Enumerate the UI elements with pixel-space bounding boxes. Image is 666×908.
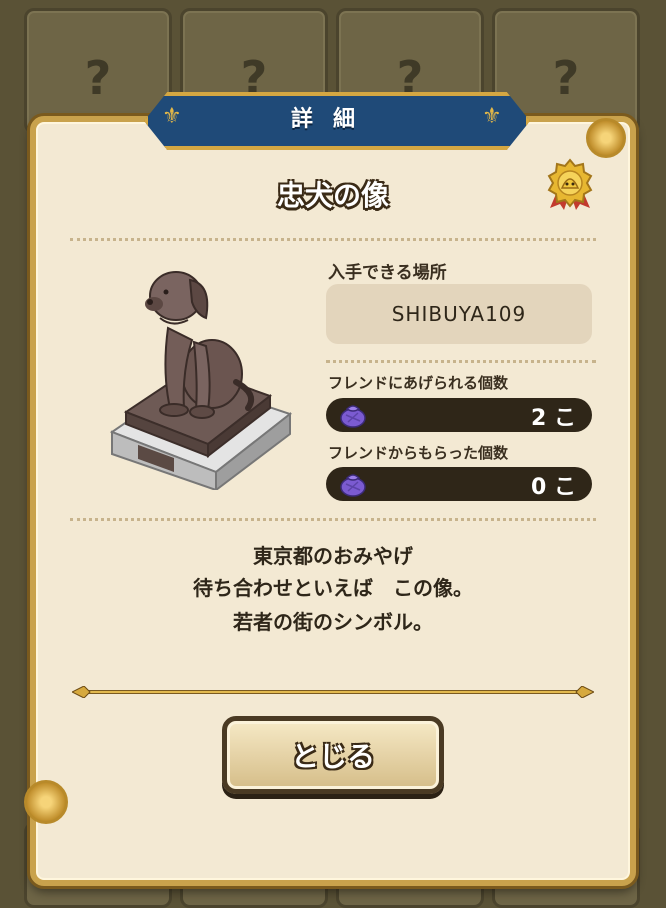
received-count-bar: 0 こ [326,467,592,501]
corner-ornament-icon [24,780,68,824]
received-count-value: 0 こ [531,475,576,500]
give-count-value: 2 こ [531,406,576,431]
title-divider [70,238,596,241]
description-line-2: 待ち合わせといえば この像。 [193,576,473,600]
location-label: 入手できる場所 [328,263,447,283]
location-value: SHIBUYA109 [326,284,592,344]
received-count-label: フレンドからもらった個数 [328,444,509,462]
ornamental-divider [72,686,594,698]
close-button[interactable]: とじる [222,716,444,794]
header-title: 詳細 [290,107,375,132]
purple-bundle-icon [340,474,366,497]
description-line-1: 東京都のおみやげ [253,544,413,568]
purple-bundle-icon [340,405,366,428]
hachiko-statue-image [109,271,292,490]
slime-medal-icon [547,158,593,210]
section-divider [326,360,596,363]
description-line-3: 若者の街のシンボル。 [233,610,433,634]
give-count-label: フレンドにあげられる個数 [328,374,509,392]
give-count-bar: 2 こ [326,398,592,432]
corner-ornament-icon [586,118,626,158]
description-divider [70,518,596,521]
